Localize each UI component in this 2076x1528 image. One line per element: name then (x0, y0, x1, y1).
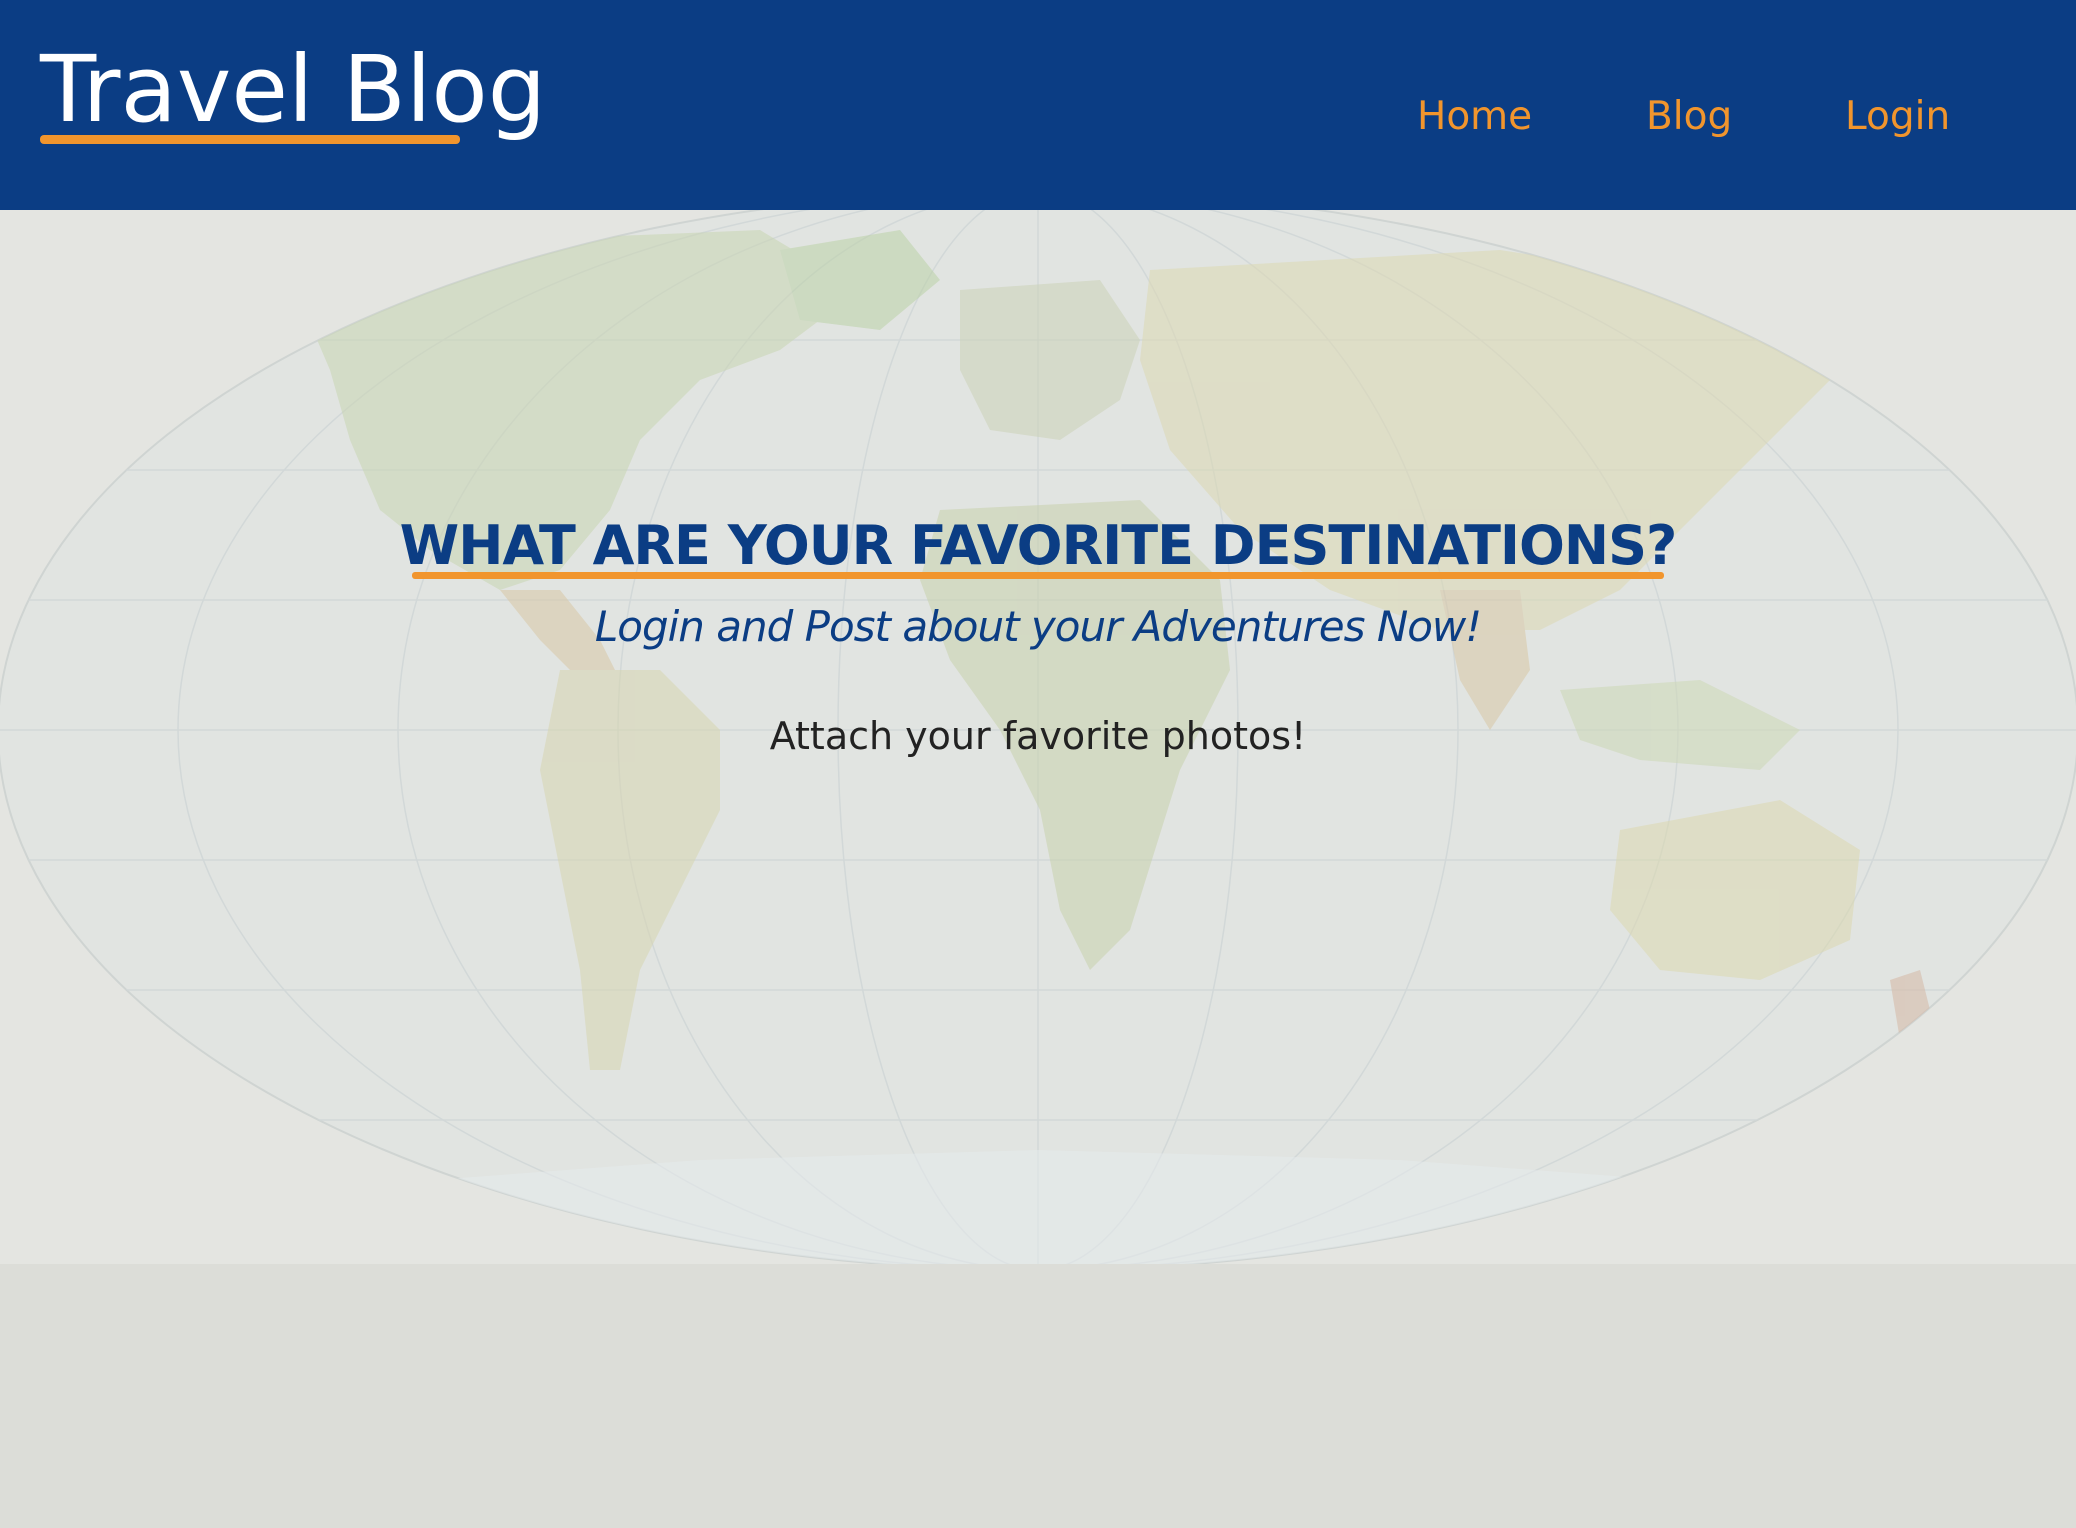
hero-subtitle: Login and Post about your Adventures Now… (594, 602, 1482, 651)
hero-title-underline (412, 572, 1664, 579)
brand-logo-link[interactable]: Travel Blog (40, 44, 546, 136)
brand-underline (40, 135, 460, 144)
page-bottom-area (0, 1264, 2076, 1528)
nav-link-home[interactable]: Home (1417, 94, 1532, 139)
hero-body-text: Attach your favorite photos! (769, 714, 1307, 758)
hero-title: WHAT ARE YOUR FAVORITE DESTINATIONS? (399, 514, 1678, 577)
nav-link-blog[interactable]: Blog (1646, 94, 1732, 139)
navbar: Travel Blog Home Blog Login (0, 0, 2076, 210)
nav-link-login[interactable]: Login (1845, 94, 1950, 139)
hero-section: WHAT ARE YOUR FAVORITE DESTINATIONS? Log… (0, 210, 2076, 1264)
